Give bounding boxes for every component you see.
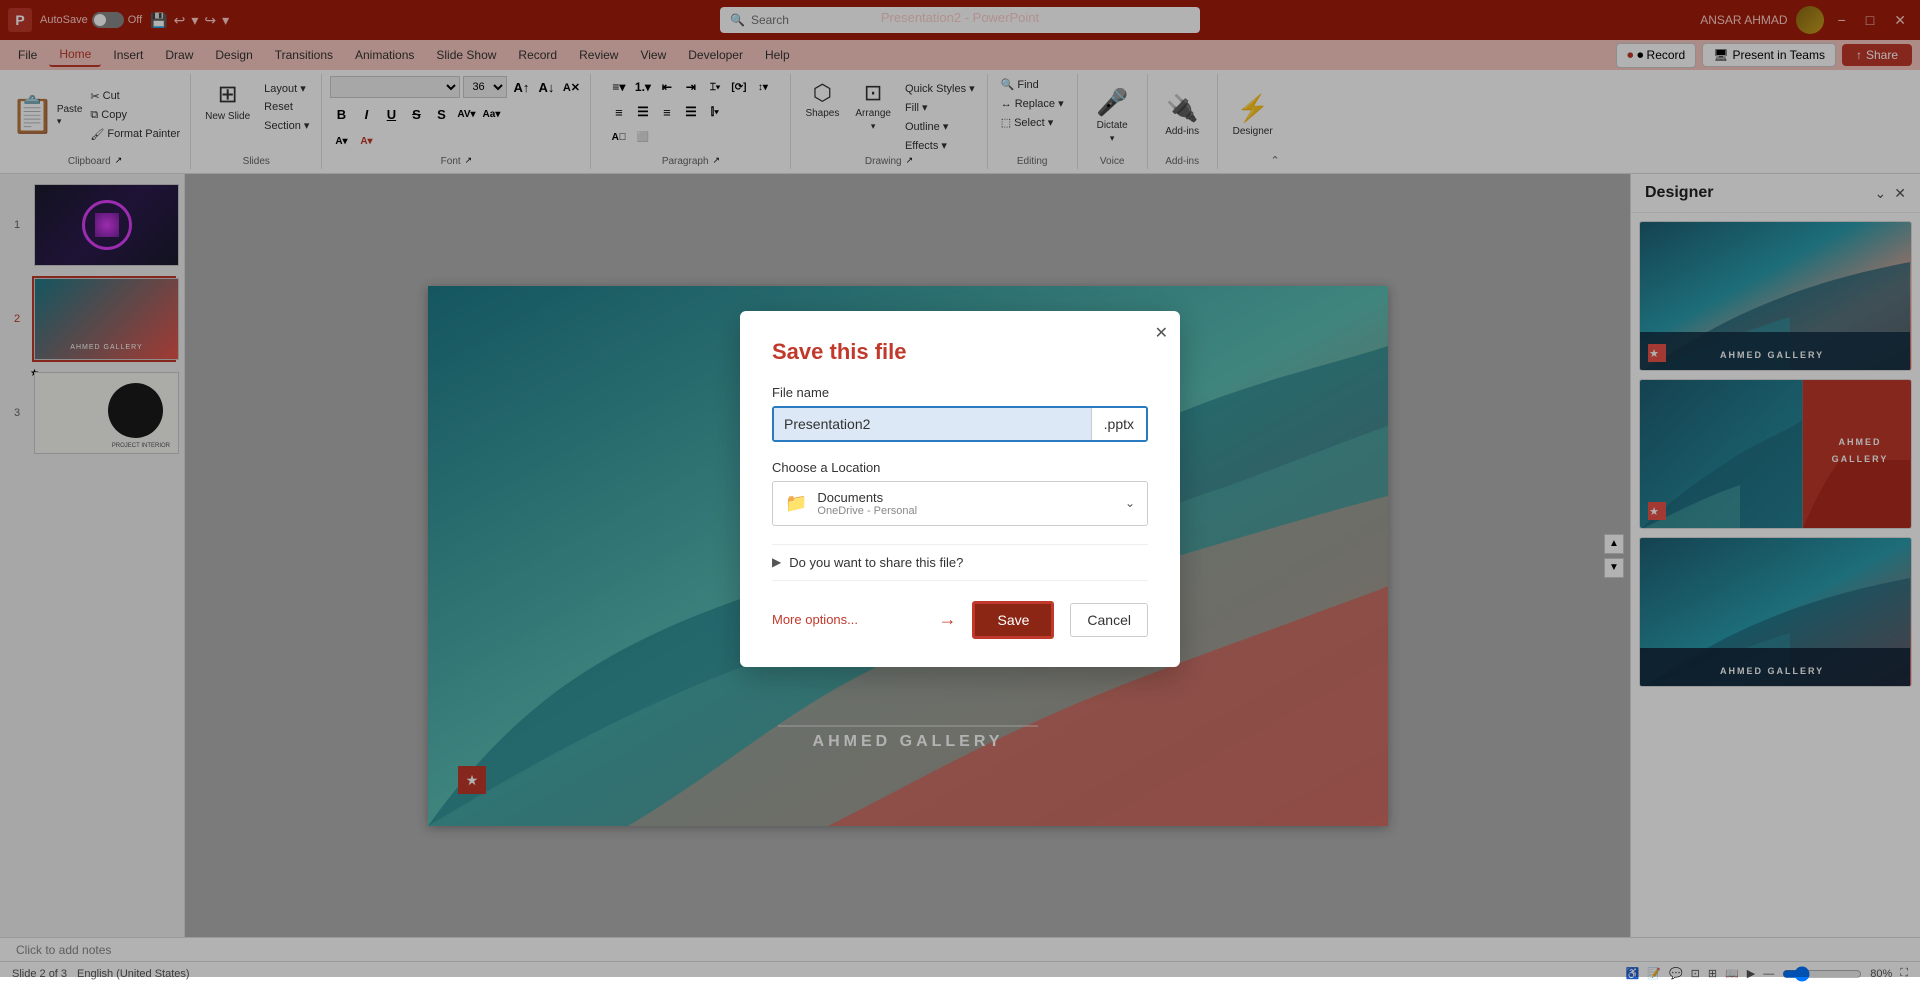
modal-title: Save this file (772, 339, 1148, 365)
location-label: Choose a Location (772, 460, 1148, 475)
location-select[interactable]: 📁 Documents OneDrive - Personal ⌄ (772, 481, 1148, 526)
modal-overlay: ✕ Save this file File name .pptx Choose … (0, 0, 1920, 977)
modal-arrow-icon: → (938, 609, 956, 630)
save-button[interactable]: Save (972, 601, 1054, 639)
location-name: Documents (817, 490, 1115, 505)
location-chevron-icon: ⌄ (1125, 496, 1135, 510)
more-options-link[interactable]: More options... (772, 612, 858, 627)
save-dialog: ✕ Save this file File name .pptx Choose … (740, 311, 1180, 667)
location-sub: OneDrive - Personal (817, 505, 1115, 517)
file-extension: .pptx (1091, 408, 1146, 440)
modal-actions: More options... → Save Cancel (772, 601, 1148, 639)
modal-close-button[interactable]: ✕ (1155, 323, 1168, 343)
filename-input[interactable] (774, 408, 1091, 440)
filename-label: File name (772, 385, 1148, 400)
share-expand-icon: ▶ (772, 555, 781, 569)
location-text: Documents OneDrive - Personal (817, 490, 1115, 517)
location-folder-icon: 📁 (785, 493, 807, 514)
cancel-button[interactable]: Cancel (1070, 603, 1148, 637)
share-text: Do you want to share this file? (789, 555, 963, 570)
share-row[interactable]: ▶ Do you want to share this file? (772, 544, 1148, 581)
filename-row: .pptx (772, 406, 1148, 442)
